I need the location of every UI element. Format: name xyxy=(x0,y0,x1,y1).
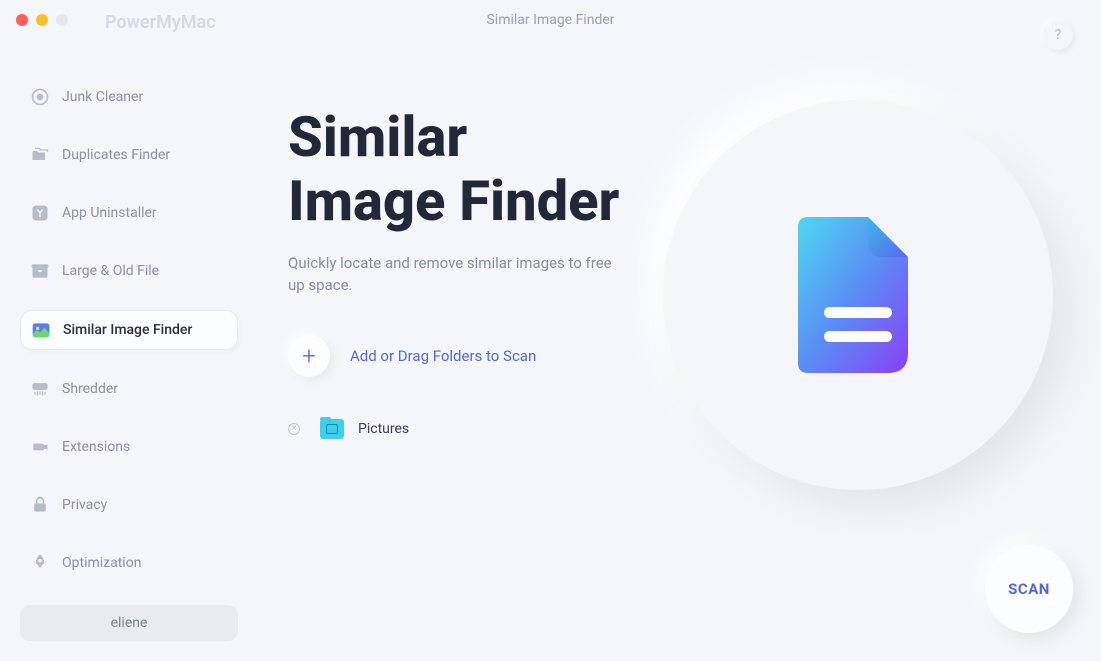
sidebar: Junk Cleaner Duplicates Finder App Unins… xyxy=(0,0,250,661)
folder-icon xyxy=(320,419,344,439)
page-description: Quickly locate and remove similar images… xyxy=(288,252,618,297)
archive-icon xyxy=(30,261,50,281)
rocket-icon xyxy=(30,553,50,573)
sidebar-item-label: Duplicates Finder xyxy=(62,147,170,163)
sidebar-item-similar-image-finder[interactable]: Similar Image Finder xyxy=(20,310,238,350)
add-folders-label: Add or Drag Folders to Scan xyxy=(350,347,536,365)
image-icon xyxy=(31,320,51,340)
remove-folder-button[interactable]: × xyxy=(288,423,300,435)
sidebar-item-label: Shredder xyxy=(62,381,118,397)
scan-button-label: SCAN xyxy=(1008,580,1050,598)
scan-button[interactable]: SCAN xyxy=(985,545,1073,633)
sidebar-item-duplicates-finder[interactable]: Duplicates Finder xyxy=(20,136,238,174)
sidebar-item-label: Similar Image Finder xyxy=(63,322,192,338)
sidebar-item-label: Large & Old File xyxy=(62,263,159,279)
app-window: PowerMyMac Similar Image Finder ? Junk C… xyxy=(0,0,1101,661)
sidebar-item-optimization[interactable]: Optimization xyxy=(20,544,238,582)
app-icon xyxy=(30,203,50,223)
extension-icon xyxy=(30,437,50,457)
sidebar-item-label: Extensions xyxy=(62,439,130,455)
document-icon xyxy=(798,217,918,373)
plus-icon-button: + xyxy=(288,335,330,377)
sidebar-item-label: Optimization xyxy=(62,555,141,571)
sidebar-item-app-uninstaller[interactable]: App Uninstaller xyxy=(20,194,238,232)
sidebar-item-privacy[interactable]: Privacy xyxy=(20,486,238,524)
sidebar-item-large-old-file[interactable]: Large & Old File xyxy=(20,252,238,290)
sidebar-item-label: Privacy xyxy=(62,497,107,513)
target-icon xyxy=(30,87,50,107)
sidebar-item-shredder[interactable]: Shredder xyxy=(20,370,238,408)
sidebar-item-extensions[interactable]: Extensions xyxy=(20,428,238,466)
remove-icon: × xyxy=(291,424,296,434)
shredder-icon xyxy=(30,379,50,399)
sidebar-item-junk-cleaner[interactable]: Junk Cleaner xyxy=(20,78,238,116)
sidebar-item-label: App Uninstaller xyxy=(62,205,157,221)
user-name: eliene xyxy=(111,615,148,631)
main-content: Similar Image Finder Quickly locate and … xyxy=(250,0,1101,661)
plus-icon: + xyxy=(302,342,316,370)
sidebar-item-label: Junk Cleaner xyxy=(62,89,143,105)
lock-icon xyxy=(30,495,50,515)
folders-icon xyxy=(30,145,50,165)
illustration-circle xyxy=(663,100,1053,490)
user-footer[interactable]: eliene xyxy=(20,605,238,641)
folder-name: Pictures xyxy=(358,421,409,437)
